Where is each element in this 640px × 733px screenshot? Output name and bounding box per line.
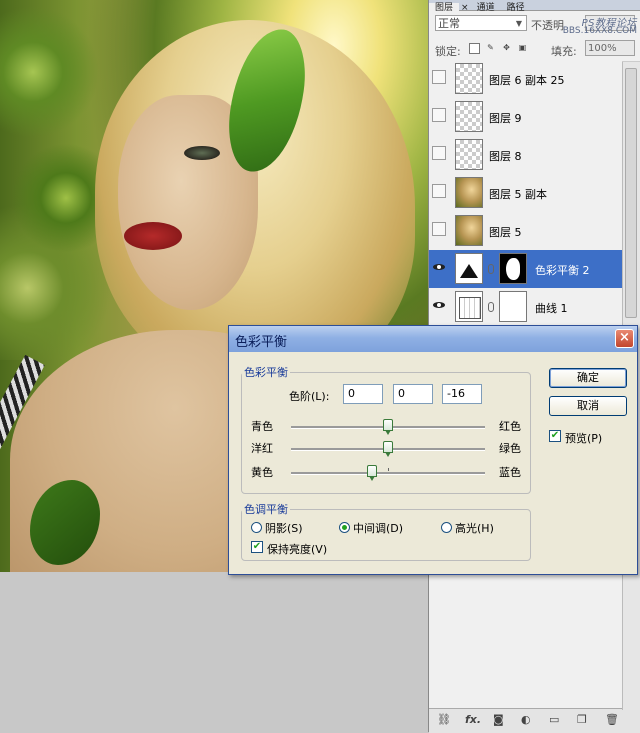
slider-yellow-blue-knob[interactable] [367,465,378,481]
layer-thumbnail [455,101,483,132]
panel-footer: ⛓ fx. ◙ ◐ ▭ ❐ 🗑 [429,708,640,733]
radio-shadows-label[interactable]: 阴影(S) [265,520,303,536]
layer-thumbnail [455,63,483,94]
layer-row[interactable]: 图层 5 [429,212,622,251]
level-cyan-red-input[interactable]: 0 [343,384,383,404]
layer-thumbnail [455,253,483,284]
preserve-luminosity-checkbox[interactable]: ✔ [251,541,263,553]
slider-red-label: 红色 [499,420,521,433]
blend-mode-value: 正常 [438,17,460,30]
slider-magenta-green[interactable] [291,441,485,457]
scrollbar-thumb[interactable] [625,68,637,318]
chain-link-icon[interactable] [488,302,494,312]
eye [184,146,220,160]
radio-highlights[interactable] [441,522,452,533]
watermark-line2: BBS.16XX8.COM [562,26,637,36]
new-layer-icon[interactable]: ❐ [577,713,587,726]
preserve-luminosity-label[interactable]: 保持亮度(V) [267,541,327,557]
layer-row[interactable]: 图层 8 [429,136,622,175]
close-button[interactable]: × [615,329,634,348]
fill-label: 填充: [551,45,577,58]
level-yellow-blue-input[interactable]: -16 [442,384,482,404]
layer-name: 图层 5 副本 [489,188,547,201]
layer-row[interactable]: 曲线 1 [429,288,622,327]
layer-mask-thumbnail[interactable] [499,291,527,322]
blend-mode-select[interactable]: 正常 ▼ [435,15,527,31]
chain-link-icon[interactable] [488,264,494,274]
lock-row: 锁定: ✎ ✥ ▣ 填充: 100% [429,37,640,62]
slider-magenta-green-knob[interactable] [383,441,393,457]
slider-magenta-label: 洋红 [251,442,273,455]
visibility-toggle[interactable] [432,146,446,160]
layer-row[interactable]: 图层 6 副本 25 [429,60,622,99]
panel-tabs: 图层 × 通道 路径 [429,0,640,13]
visibility-toggle[interactable] [432,108,446,122]
slider-cyan-red-knob[interactable] [383,419,393,435]
preview-checkbox[interactable]: ✔ [549,430,561,442]
trash-icon[interactable]: 🗑 [605,713,619,726]
layer-name: 图层 9 [489,112,522,125]
layer-thumbnail [455,139,483,170]
visibility-toggle[interactable] [432,184,446,198]
radio-midtones-label[interactable]: 中间调(D) [353,520,403,536]
opacity-label: 不透明 [531,19,564,32]
visibility-toggle[interactable] [432,222,446,236]
layer-mask-thumbnail[interactable] [499,253,527,284]
color-balance-dialog: 色彩平衡 × 色彩平衡 色阶(L): 0 0 -16 青色 红色 洋红 绿色 黄… [228,325,638,575]
slider-yellow-label: 黄色 [251,466,273,479]
layer-thumbnail [455,291,483,322]
layer-name: 图层 5 [489,226,522,239]
layer-row[interactable]: 图层 9 [429,98,622,137]
layer-row[interactable]: 色彩平衡 2 [429,250,622,289]
levels-label: 色阶(L): [289,390,330,403]
fill-field[interactable]: 100% [585,40,635,56]
slider-blue-label: 蓝色 [499,466,521,479]
radio-midtones[interactable] [339,522,350,533]
layer-name: 色彩平衡 2 [535,264,590,277]
blend-row: 正常 ▼ 不透明 PS教程论坛 BBS.16XX8.COM [429,11,640,37]
layer-name: 曲线 1 [535,302,568,315]
foliage-background [0,0,110,360]
lock-move-icon[interactable]: ✥ [501,43,512,54]
slider-yellow-blue[interactable] [291,465,485,481]
visibility-toggle[interactable] [432,70,446,84]
adjustment-icon[interactable]: ◐ [521,713,531,726]
layer-name: 图层 6 副本 25 [489,74,565,87]
preview-label[interactable]: 预览(P) [565,430,602,446]
radio-highlights-label[interactable]: 高光(H) [455,520,494,536]
tone-balance-legend: 色调平衡 [244,503,288,516]
lips [124,222,182,250]
chevron-down-icon: ▼ [515,19,523,28]
fx-icon[interactable]: fx. [465,713,481,726]
radio-shadows[interactable] [251,522,262,533]
group-icon[interactable]: ▭ [549,713,559,726]
mask-icon[interactable]: ◙ [493,713,504,726]
eye-icon[interactable] [432,260,446,274]
cancel-button[interactable]: 取消 [549,396,627,416]
lock-brush-icon[interactable]: ✎ [485,43,496,54]
link-icon[interactable]: ⛓ [437,713,451,726]
slider-cyan-red[interactable] [291,419,485,435]
layer-thumbnail [455,177,483,208]
layer-row[interactable]: 图层 5 副本 [429,174,622,213]
color-balance-legend: 色彩平衡 [244,366,288,379]
layer-thumbnail [455,215,483,246]
lock-label: 锁定: [435,45,461,58]
slider-green-label: 绿色 [499,442,521,455]
eye-icon[interactable] [432,298,446,312]
level-magenta-green-input[interactable]: 0 [393,384,433,404]
lock-transparent-icon[interactable] [469,43,480,54]
dialog-titlebar[interactable]: 色彩平衡 × [229,326,637,352]
dialog-title: 色彩平衡 [235,335,288,350]
lock-all-icon[interactable]: ▣ [517,43,528,54]
layer-name: 图层 8 [489,150,522,163]
slider-center-tick [388,468,389,471]
ok-button[interactable]: 确定 [549,368,627,388]
slider-cyan-label: 青色 [251,420,273,433]
